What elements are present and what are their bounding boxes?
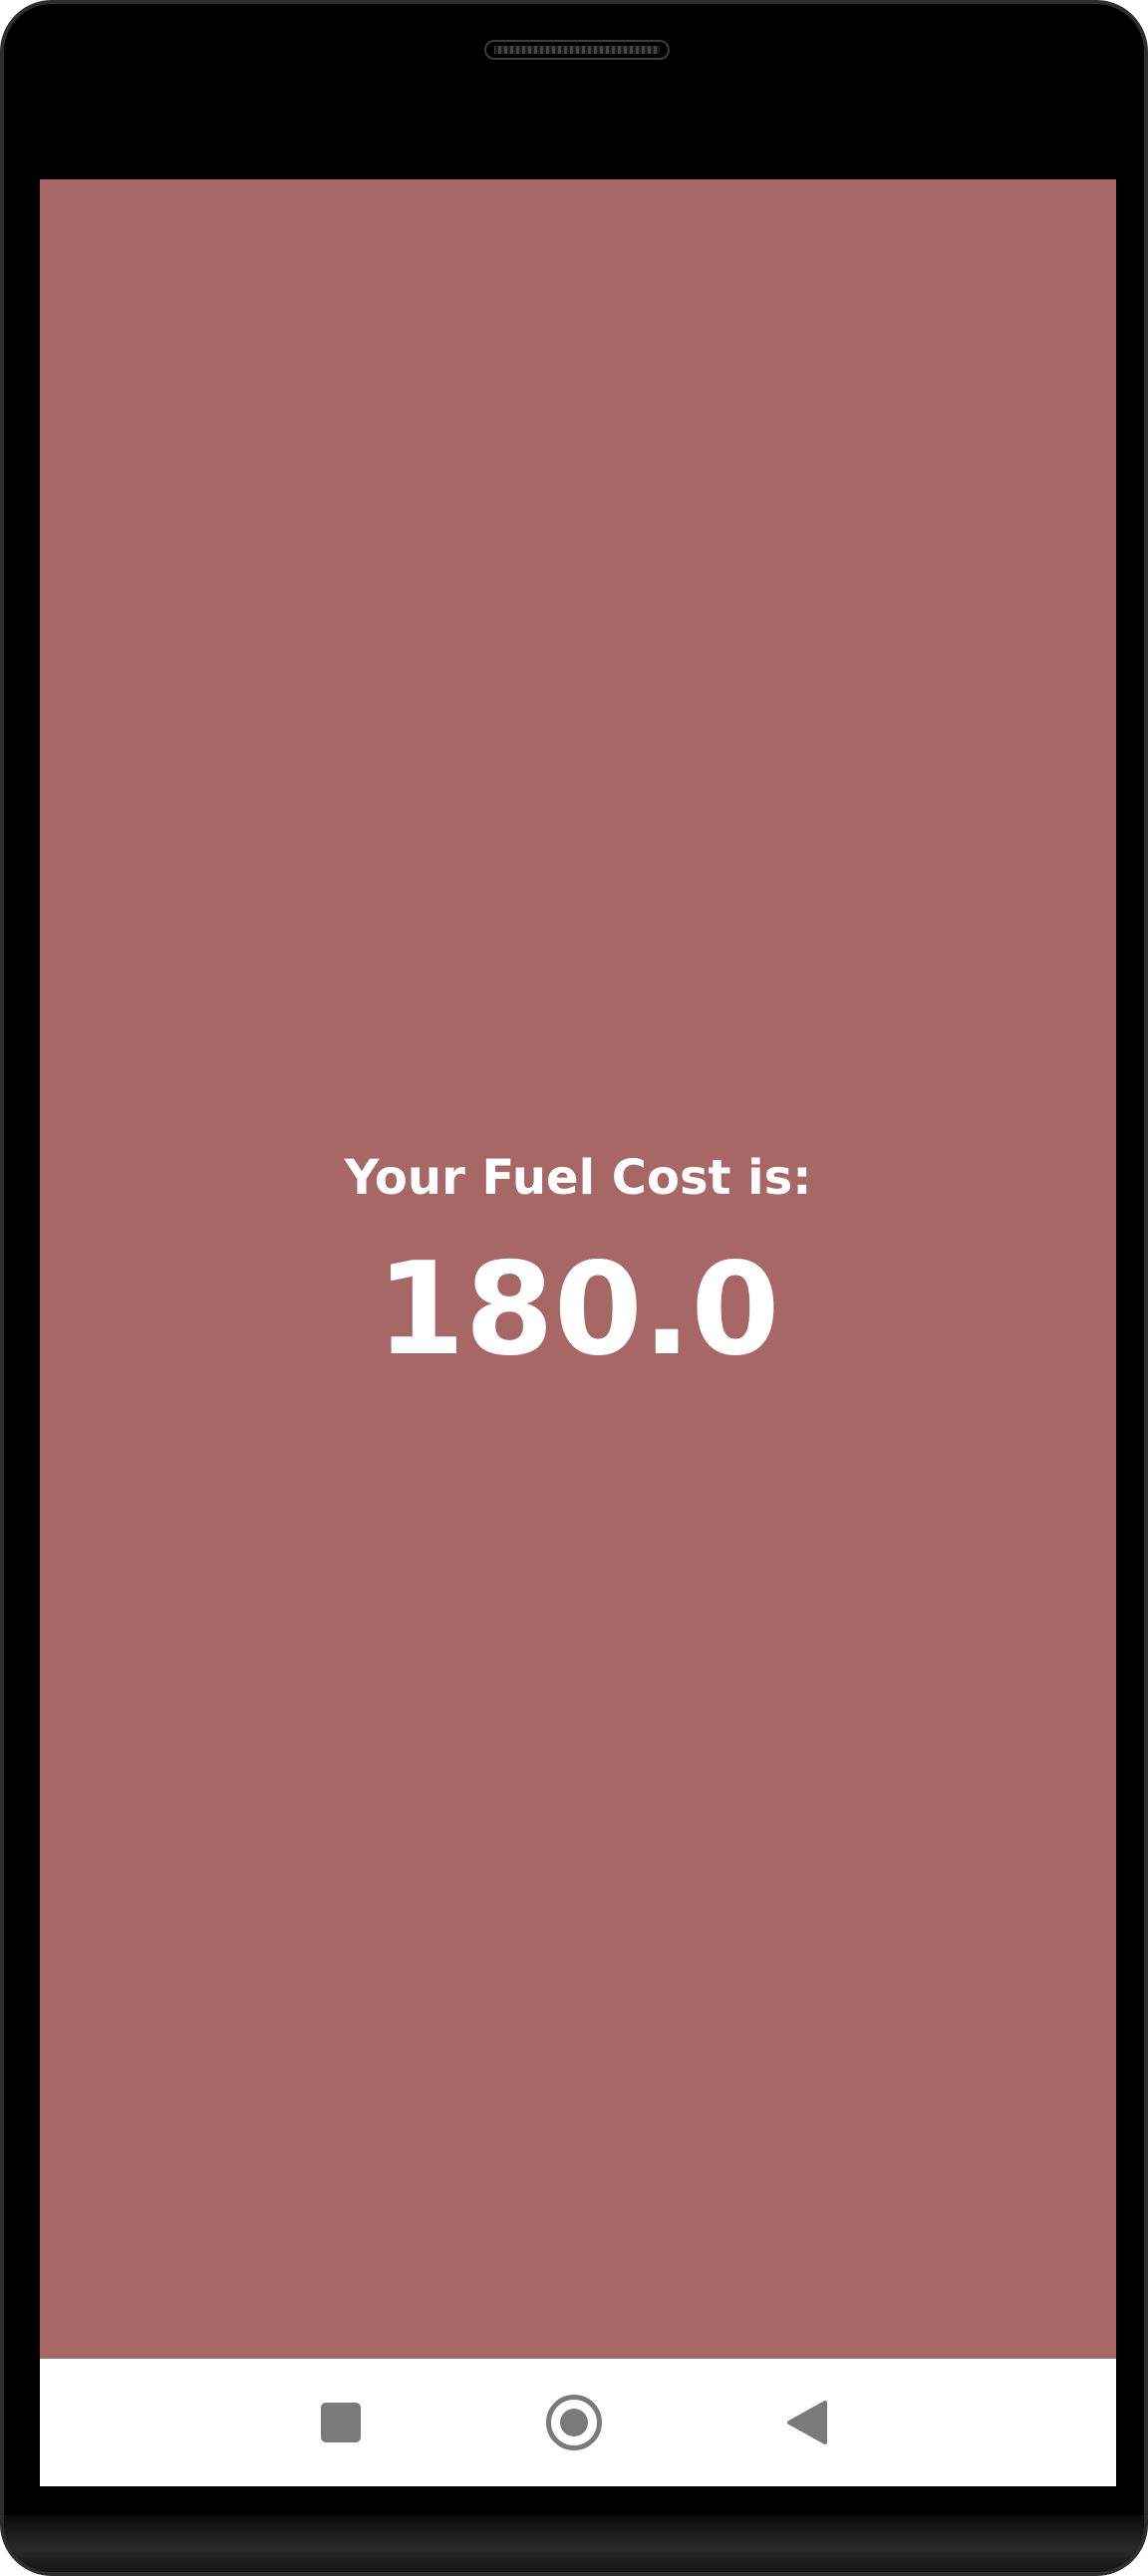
circle-home-icon — [546, 2395, 602, 2450]
triangle-back-icon — [787, 2401, 827, 2444]
fuel-cost-result-screen: Your Fuel Cost is: 180.0 — [40, 179, 1116, 2359]
home-icon-dot — [560, 2409, 588, 2436]
fuel-cost-label: Your Fuel Cost is: — [344, 1150, 812, 1206]
phone-bottom-bezel — [4, 2515, 1144, 2572]
home-button[interactable] — [534, 2383, 614, 2462]
back-button[interactable] — [767, 2383, 847, 2462]
fuel-cost-value: 180.0 — [376, 1236, 780, 1384]
square-recents-icon — [321, 2403, 361, 2442]
device-screen: Your Fuel Cost is: 180.0 — [40, 179, 1116, 2486]
recents-button[interactable] — [301, 2383, 381, 2462]
earpiece-speaker — [484, 40, 670, 60]
system-navigation-bar — [40, 2359, 1116, 2486]
phone-frame: Your Fuel Cost is: 180.0 — [0, 0, 1148, 2576]
